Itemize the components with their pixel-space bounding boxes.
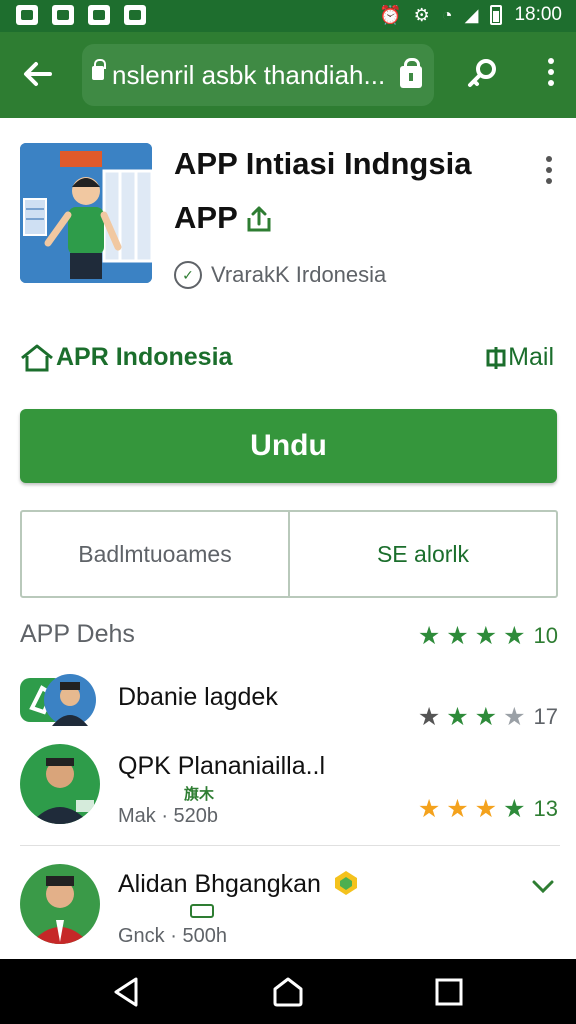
- list-item-score: 17: [533, 704, 558, 729]
- mail-link[interactable]: Mail: [486, 343, 554, 372]
- lock-icon: [92, 59, 106, 80]
- alarm-icon: ⏰: [379, 5, 402, 25]
- secure-lock-icon: [400, 58, 422, 88]
- list-item-rating: ★ ★ ★ ★ 13: [418, 795, 558, 823]
- mail-icon: [486, 346, 506, 369]
- reviews-header: APP Dehs: [20, 620, 135, 648]
- key-icon[interactable]: [462, 54, 502, 94]
- star-icon: ★: [474, 622, 498, 650]
- url-bar[interactable]: nslenril asbk thandiah...: [82, 44, 434, 106]
- system-icons: ⏰ ⚙ ◔ ◢ 18:00: [379, 4, 562, 26]
- message-icon: [88, 5, 110, 25]
- brand-label: APR Indonesia: [56, 343, 233, 371]
- star-icon: ★: [417, 703, 441, 731]
- status-bar: ⏰ ⚙ ◔ ◢ 18:00: [0, 0, 576, 32]
- list-item-name[interactable]: Dbanie lagdek: [118, 683, 278, 712]
- list-item-name[interactable]: QPK Plananiailla..l: [118, 752, 325, 781]
- segment-left-button[interactable]: Badlmtuoames: [22, 512, 290, 596]
- battery-icon: [490, 5, 503, 25]
- star-icon: ★: [503, 703, 526, 731]
- notification-icon: [124, 5, 146, 25]
- star-icon: ★: [446, 795, 469, 823]
- avatar[interactable]: [20, 864, 100, 944]
- segmented-control: Badlmtuoames SE alorlk: [20, 510, 558, 598]
- vibrate-icon: ⚙: [413, 5, 430, 25]
- app-subtitle: APP: [174, 200, 238, 235]
- rating-score: 10: [533, 623, 558, 648]
- list-item-meta: Gnck · 500h: [118, 925, 227, 947]
- recents-nav-icon[interactable]: [432, 975, 466, 1009]
- avatar[interactable]: [20, 672, 96, 728]
- star-icon: ★: [474, 795, 498, 823]
- chevron-down-icon[interactable]: [530, 873, 556, 906]
- overall-rating: ★ ★ ★ ★ 10: [418, 622, 558, 650]
- gallery-icon: [16, 5, 38, 25]
- app-icon: [20, 143, 152, 283]
- star-icon: ★: [503, 795, 526, 823]
- signal-icon: ◢: [464, 5, 479, 25]
- badge-icon: [333, 870, 359, 896]
- star-icon: ★: [417, 622, 441, 650]
- list-item-rating: ★ ★ ★ ★ 17: [418, 703, 558, 731]
- wifi-icon: ◔: [441, 5, 453, 25]
- tag-icon: [190, 904, 214, 918]
- star-icon: ★: [446, 703, 469, 731]
- more-options-icon[interactable]: [546, 156, 554, 189]
- segment-right-button[interactable]: SE alorlk: [290, 512, 556, 596]
- star-icon: ★: [474, 703, 498, 731]
- navigation-bar: [0, 959, 576, 1024]
- star-icon: ★: [503, 622, 526, 650]
- star-icon: ★: [446, 622, 469, 650]
- home-nav-icon[interactable]: [271, 975, 305, 1009]
- list-item-name[interactable]: Alidan Bhgangkan: [118, 870, 321, 899]
- list-item-score: 13: [533, 796, 558, 821]
- url-text: nslenril asbk thandiah...: [112, 60, 386, 90]
- list-item-tag: 旗木: [184, 786, 215, 803]
- star-icon: ★: [417, 795, 441, 823]
- notification-icons: [16, 5, 146, 25]
- install-button[interactable]: Undu: [20, 409, 557, 483]
- overflow-menu-icon[interactable]: [546, 58, 556, 94]
- image-icon: [52, 5, 74, 25]
- verified-icon: ✓: [174, 261, 202, 289]
- list-item-meta: Mak · 520b: [118, 805, 219, 827]
- back-nav-icon[interactable]: [110, 975, 144, 1009]
- app-title: APP Intiasi Indngsia: [174, 146, 472, 181]
- divider: [20, 845, 560, 846]
- top-toolbar: nslenril asbk thandiah...: [0, 32, 576, 118]
- mail-label: Mail: [508, 343, 554, 371]
- share-icon[interactable]: [244, 204, 274, 234]
- developer-name[interactable]: VrarakK Irdonesia: [211, 262, 386, 288]
- house-icon: [21, 344, 53, 371]
- brand-link[interactable]: APR Indonesia: [20, 343, 232, 372]
- status-time: 18:00: [514, 4, 562, 25]
- avatar[interactable]: [20, 744, 100, 824]
- back-arrow-icon[interactable]: [18, 54, 58, 94]
